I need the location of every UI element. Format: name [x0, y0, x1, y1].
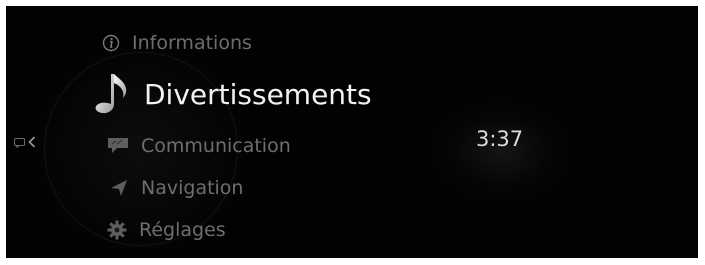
menu-item-navigation[interactable]: Navigation [109, 177, 243, 199]
info-icon [102, 34, 120, 52]
music-note-icon [94, 72, 130, 116]
back-indicator[interactable] [14, 133, 36, 152]
menu-item-label: Divertissements [144, 77, 372, 111]
infotainment-screen: Informations Divertissements Communicati… [6, 6, 698, 258]
gear-icon [107, 220, 127, 240]
clock-display: 3:37 [476, 127, 524, 151]
menu-item-label: Communication [141, 135, 291, 157]
message-icon [14, 133, 26, 152]
menu-item-label: Navigation [141, 177, 244, 199]
navigation-arrow-icon [109, 179, 129, 197]
menu-item-divertissements[interactable]: Divertissements [94, 72, 372, 116]
menu-item-reglages[interactable]: Réglages [107, 219, 226, 241]
menu-item-label: Informations [132, 32, 252, 54]
menu-item-communication[interactable]: Communication [107, 135, 291, 157]
chevron-left-icon [28, 133, 36, 152]
clock-glow [426, 96, 576, 206]
menu-item-informations[interactable]: Informations [102, 32, 252, 54]
menu-item-label: Réglages [139, 219, 226, 241]
chat-bubble-icon [107, 137, 129, 155]
